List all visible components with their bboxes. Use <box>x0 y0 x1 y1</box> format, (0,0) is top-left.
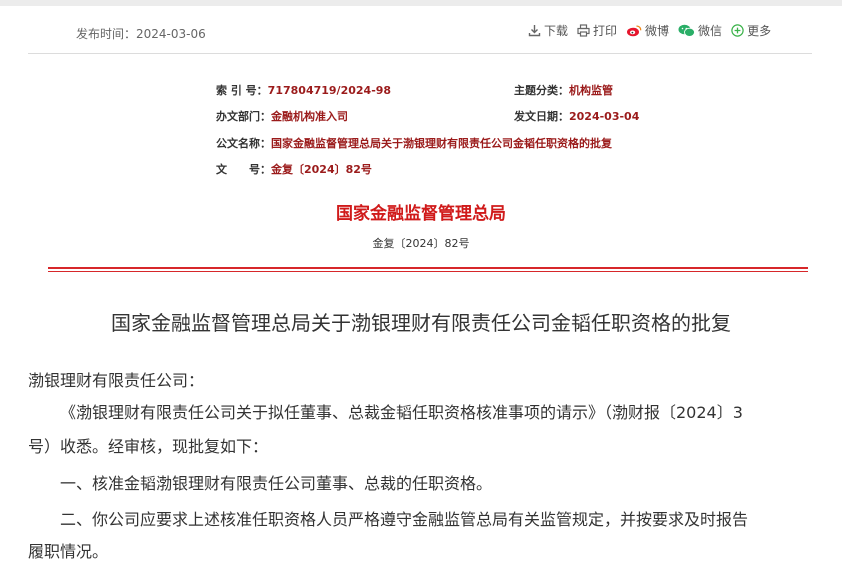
meta-doc-number-label: 文 号： <box>216 163 271 176</box>
publish-date: 发布时间：2024-03-06 <box>76 27 206 41</box>
paragraph-1-line-1: 《渤银理财有限责任公司关于拟任董事、总裁金韬任职资格核准事项的请示》（渤财报〔2… <box>60 403 743 422</box>
salutation: 渤银理财有限责任公司： <box>28 371 205 390</box>
meta-category-label: 主题分类： <box>514 84 569 97</box>
document-number: 金复〔2024〕82号 <box>372 237 470 250</box>
print-label: 打印 <box>593 24 618 38</box>
meta-index: 索 引 号：717804719/2024-98 <box>216 82 391 98</box>
meta-doc-name-label: 公文名称： <box>216 137 271 150</box>
meta-doc-name-value: 国家金融监督管理总局关于渤银理财有限责任公司金韬任职资格的批复 <box>271 137 612 150</box>
issuing-org-title: 国家金融监督管理总局 <box>336 204 506 224</box>
meta-date-label: 发文日期： <box>514 110 569 123</box>
paragraph-1-line-2: 号）收悉。经审核，现批复如下： <box>28 437 269 456</box>
meta-index-value: 717804719/2024-98 <box>267 84 392 97</box>
wechat-label: 微信 <box>698 24 723 38</box>
print-button[interactable]: 打印 <box>577 22 617 39</box>
approval-item-1: 一、核准金韬渤银理财有限责任公司董事、总裁的任职资格。 <box>60 474 493 493</box>
download-label: 下载 <box>544 24 569 38</box>
share-toolbar: 下载 打印 微博 微信 更多 <box>528 22 771 39</box>
download-button[interactable]: 下载 <box>528 22 568 39</box>
more-share-button[interactable]: 更多 <box>731 22 771 39</box>
meta-date: 发文日期：2024-03-04 <box>514 108 639 124</box>
meta-category: 主题分类：机构监管 <box>514 82 613 98</box>
meta-doc-number-value: 金复〔2024〕82号 <box>271 163 372 176</box>
download-icon <box>528 25 541 37</box>
weibo-label: 微博 <box>645 24 670 38</box>
meta-dept-value: 金融机构准入司 <box>271 110 348 123</box>
meta-dept-label: 办文部门： <box>216 110 271 123</box>
meta-doc-name: 公文名称：国家金融监督管理总局关于渤银理财有限责任公司金韬任职资格的批复 <box>216 135 612 151</box>
meta-index-label: 索 引 号： <box>216 84 268 97</box>
meta-date-value: 2024-03-04 <box>569 110 640 123</box>
red-divider-thin <box>48 271 808 272</box>
document-title: 国家金融监督管理总局关于渤银理财有限责任公司金韬任职资格的批复 <box>111 311 731 335</box>
meta-dept: 办文部门：金融机构准入司 <box>216 108 348 124</box>
meta-doc-number: 文 号：金复〔2024〕82号 <box>216 161 372 177</box>
more-label: 更多 <box>747 24 772 38</box>
printer-icon <box>577 24 590 37</box>
top-strip <box>0 0 842 6</box>
wechat-share-button[interactable]: 微信 <box>678 22 722 39</box>
weibo-icon <box>627 25 642 37</box>
wechat-icon <box>678 24 695 37</box>
meta-category-value: 机构监管 <box>569 84 613 97</box>
weibo-share-button[interactable]: 微博 <box>626 22 669 39</box>
header-divider <box>28 53 812 54</box>
red-divider-thick <box>48 267 808 269</box>
plus-circle-icon <box>731 24 744 37</box>
approval-item-2-line-1: 二、你公司应要求上述核准任职资格人员严格遵守金融监管总局有关监管规定，并按要求及… <box>60 510 749 529</box>
